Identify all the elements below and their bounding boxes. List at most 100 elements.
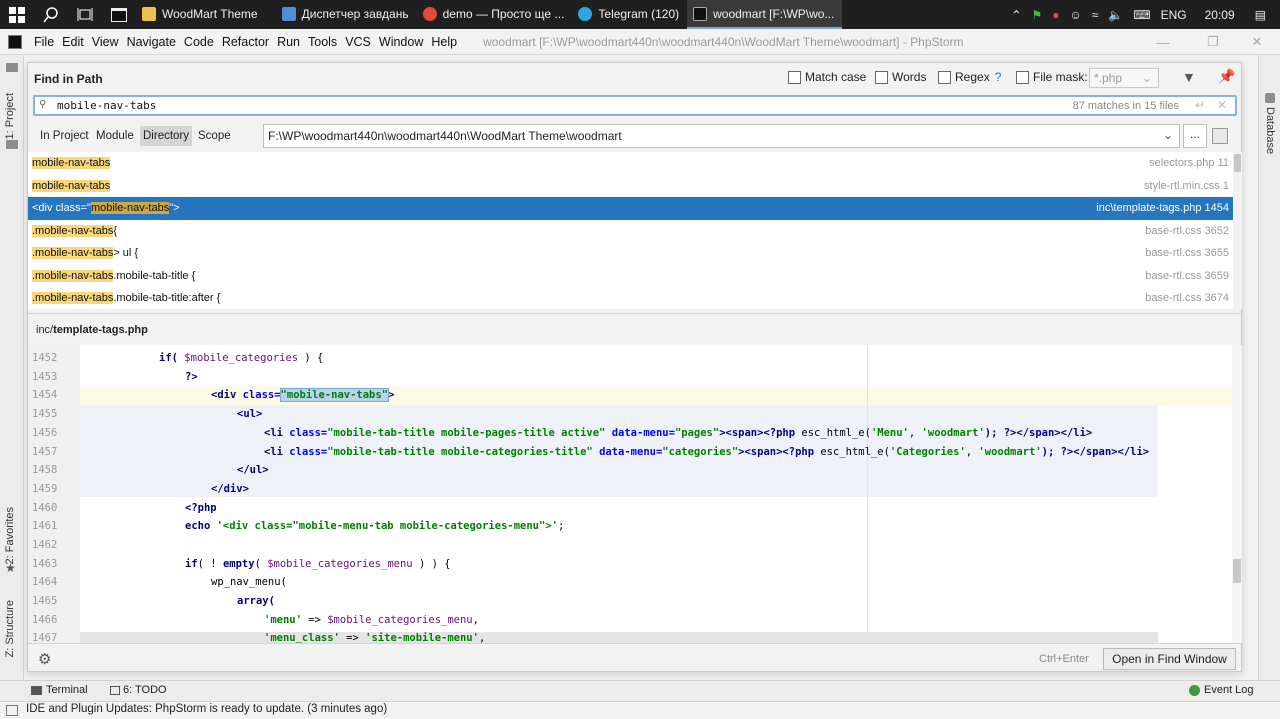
recursive-icon[interactable]	[1212, 128, 1228, 144]
result-file: inc\template-tags.php	[1096, 202, 1202, 215]
result-file: base-rtl.css	[1145, 292, 1202, 305]
checkbox-box[interactable]	[788, 70, 801, 84]
task-label: WoodMart Theme	[162, 6, 258, 21]
scroll-thumb[interactable]	[1233, 559, 1241, 583]
task-manager[interactable]: Диспетчер завдань	[276, 0, 417, 29]
open-in-find-window-button[interactable]: Open in Find Window	[1103, 648, 1236, 670]
checkbox-box[interactable]	[875, 70, 888, 84]
code-preview[interactable]: 1452 1453 1454 1455 1456 1457 1458 1459 …	[28, 345, 1242, 643]
database-tool-tab[interactable]: Database	[1264, 107, 1276, 154]
chevron-down-icon[interactable]: ⌄	[1163, 128, 1173, 142]
task-woodmart-folder[interactable]: WoodMart Theme	[136, 0, 266, 29]
minimize-button[interactable]: —	[1140, 29, 1186, 55]
tab-in-project[interactable]: In Project	[37, 129, 92, 143]
tab-module[interactable]: Module	[93, 129, 137, 143]
result-match: .mobile-nav-tabs	[32, 247, 114, 260]
clear-icon[interactable]: ✕	[1217, 98, 1227, 112]
line-number: 1454	[32, 389, 58, 401]
code-token: </span></li>	[1073, 446, 1150, 458]
code-token: <?php	[782, 446, 821, 458]
terminal-tab[interactable]: Terminal	[46, 684, 88, 696]
code-token: ) {	[298, 352, 324, 364]
pin-icon[interactable]: 📌	[1218, 68, 1235, 85]
filter-icon[interactable]: ▼	[1182, 69, 1196, 85]
regex-help-link[interactable]: ?	[995, 70, 1002, 84]
code-token: 'menu'	[264, 614, 302, 626]
browse-button[interactable]: ...	[1183, 124, 1207, 148]
event-log-tab[interactable]: Event Log	[1204, 684, 1254, 696]
menu-run[interactable]: Run	[273, 35, 304, 49]
app-tray-icon[interactable]: ●	[1052, 8, 1059, 22]
regex-checkbox[interactable]: Regex?	[938, 70, 1001, 84]
menu-view[interactable]: View	[88, 35, 123, 49]
result-row[interactable]: .mobile-nav-tabs > ul {base-rtl.css 3655	[28, 242, 1233, 265]
notifications-icon[interactable]: ▤	[1255, 8, 1266, 22]
result-row[interactable]: .mobile-nav-tabs .mobile-tab-title:after…	[28, 287, 1233, 310]
folder-icon	[6, 63, 18, 72]
code-token: </div>	[211, 483, 249, 495]
maximize-button[interactable]: ❐	[1190, 29, 1236, 55]
new-line-icon[interactable]: ↵	[1195, 98, 1205, 112]
menu-edit[interactable]: Edit	[58, 35, 88, 49]
search-icon[interactable]	[34, 0, 68, 29]
result-row[interactable]: mobile-nav-tabs selectors.php 11	[28, 152, 1233, 175]
code-line: 'menu_class' => 'site-mobile-menu',	[264, 632, 485, 643]
code-token: ?>	[185, 371, 198, 383]
code-token: data-menu=	[605, 427, 675, 439]
cmd-icon[interactable]	[102, 0, 136, 29]
chevron-up-icon[interactable]: ⌃	[1011, 8, 1021, 22]
result-row[interactable]: .mobile-nav-tabs .mobile-tab-title {base…	[28, 265, 1233, 288]
status-message[interactable]: IDE and Plugin Updates: PhpStorm is read…	[26, 703, 387, 715]
result-row[interactable]: mobile-nav-tabs style-rtl.min.css 1	[28, 175, 1233, 198]
keyboard-icon[interactable]: ⌨	[1133, 8, 1150, 22]
people-icon[interactable]: ☺	[1069, 8, 1081, 22]
menu-refactor[interactable]: Refactor	[218, 35, 273, 49]
menu-file[interactable]: File	[30, 35, 58, 49]
language-indicator[interactable]: ENG	[1161, 8, 1187, 22]
menu-code[interactable]: Code	[180, 35, 218, 49]
result-row[interactable]: .mobile-nav-tabs {base-rtl.css 3652	[28, 220, 1233, 243]
words-checkbox[interactable]: Words	[875, 70, 926, 84]
windows-start-icon[interactable]	[0, 0, 34, 29]
star-icon: ★	[5, 561, 16, 575]
results-scrollbar[interactable]	[1233, 152, 1242, 309]
close-button[interactable]: ✕	[1234, 29, 1280, 55]
result-row-selected[interactable]: <div class=" mobile-nav-tabs "> inc\templat…	[28, 197, 1233, 220]
task-view-icon[interactable]	[68, 0, 102, 29]
result-file: base-rtl.css	[1145, 269, 1202, 282]
layout-icon[interactable]	[6, 705, 18, 716]
search-input[interactable]: ⚲ mobile-nav-tabs 87 matches in 15 files…	[33, 95, 1237, 116]
menu-window[interactable]: Window	[375, 35, 427, 49]
flag-icon[interactable]: ⚑	[1031, 8, 1042, 22]
editor-scrollbar[interactable]	[1232, 345, 1242, 643]
result-suffix: .mobile-tab-title:after {	[113, 292, 221, 305]
match-case-checkbox[interactable]: Match case	[788, 70, 866, 84]
favorites-tool-tab[interactable]: 2: Favorites	[4, 507, 16, 564]
tab-scope[interactable]: Scope	[195, 129, 234, 143]
checkbox-box[interactable]	[938, 70, 951, 84]
gear-icon[interactable]: ⚙	[38, 650, 51, 668]
checkbox-box[interactable]	[1016, 70, 1029, 84]
file-mask-checkbox[interactable]: File mask:	[1016, 70, 1088, 84]
menu-tools[interactable]: Tools	[304, 35, 341, 49]
task-chrome[interactable]: demo — Просто ще ...	[417, 0, 573, 29]
volume-icon[interactable]: 🔈	[1108, 8, 1123, 22]
structure-tool-tab[interactable]: Z: Structure	[4, 600, 16, 657]
project-tool-tab[interactable]: 1: Project	[4, 93, 16, 139]
code-token: <ul>	[237, 408, 263, 420]
directory-field[interactable]: F:\WP\woodmart440n\woodmart440n\WoodMart…	[263, 124, 1180, 148]
code-token: esc_html_e(	[801, 427, 871, 439]
wifi-icon[interactable]: ≈	[1092, 8, 1099, 22]
menu-navigate[interactable]: Navigate	[123, 35, 180, 49]
code-token: </span></li>	[1016, 427, 1093, 439]
file-mask-field[interactable]: *.php ⌄	[1089, 68, 1159, 88]
menu-vcs[interactable]: VCS	[341, 35, 375, 49]
menu-help[interactable]: Help	[427, 35, 461, 49]
code-token: 'Menu'	[870, 427, 909, 439]
todo-tab[interactable]: 6: TODO	[123, 684, 167, 696]
clock[interactable]: 20:09	[1205, 8, 1235, 22]
tab-directory[interactable]: Directory	[140, 126, 193, 146]
task-phpstorm[interactable]: woodmart [F:\WP\wo...	[687, 0, 843, 29]
task-telegram[interactable]: Telegram (120)	[572, 0, 687, 29]
scroll-thumb[interactable]	[1234, 154, 1241, 172]
